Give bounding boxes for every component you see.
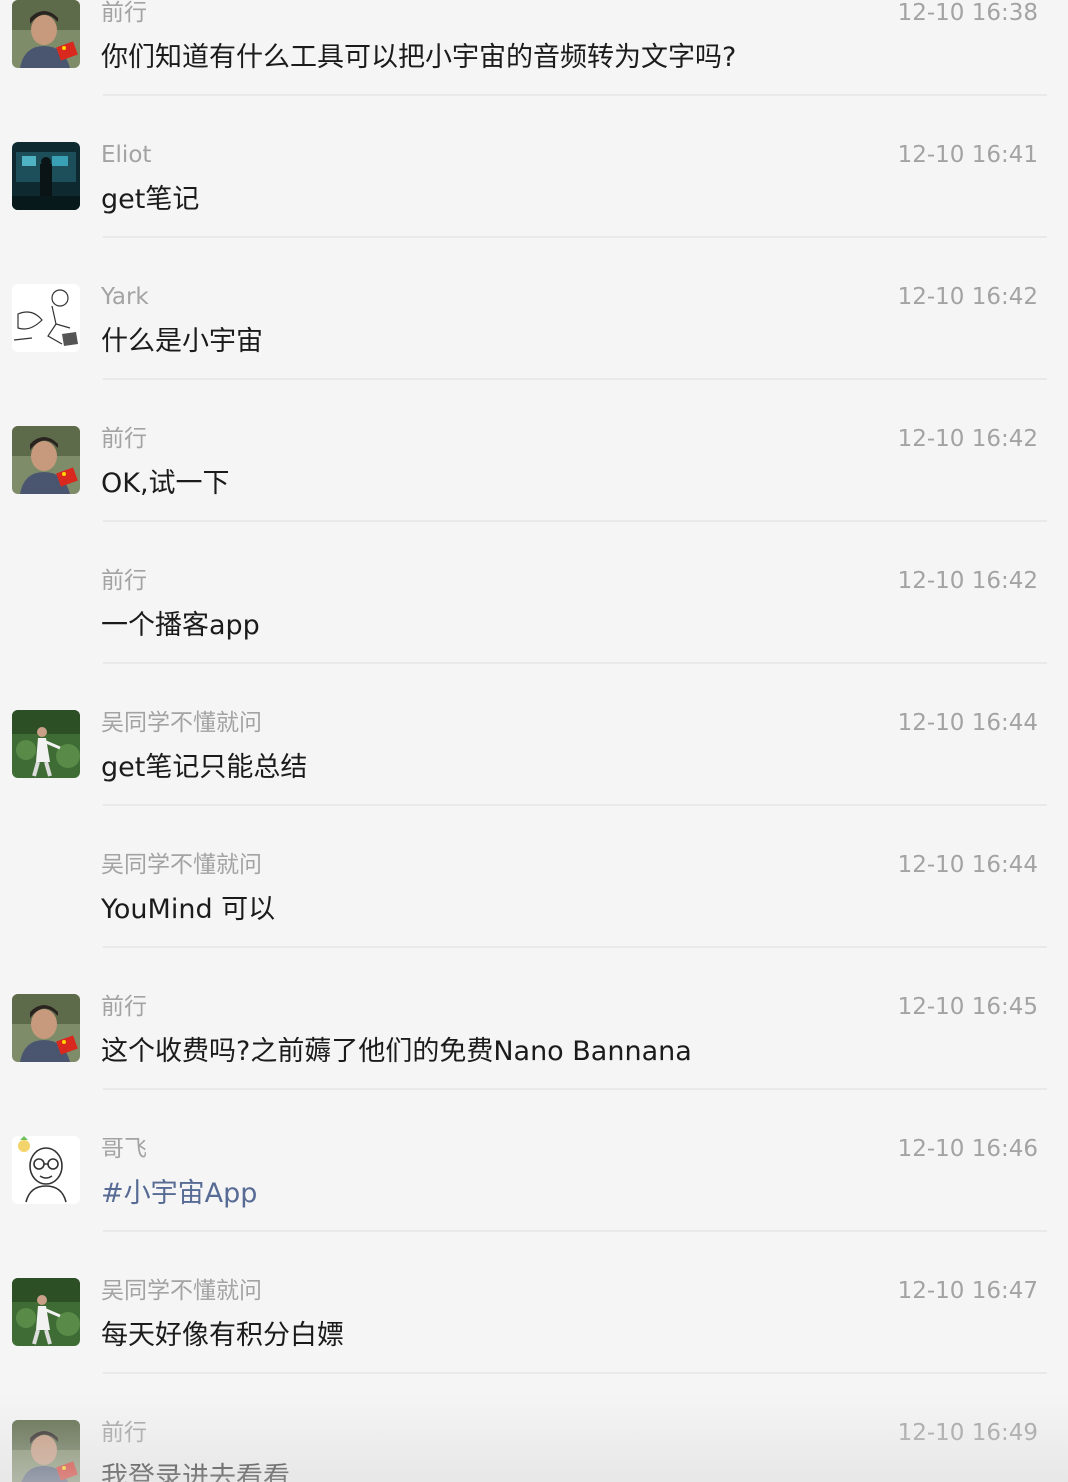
message-divider bbox=[103, 662, 1047, 664]
message-timestamp: 12-10 16:38 bbox=[897, 0, 1038, 26]
chat-message-list[interactable]: 前行 12-10 16:38 你们知道有什么工具可以把小宇宙的音频转为文字吗? … bbox=[0, 0, 1068, 1482]
chat-message: Yark 12-10 16:42 什么是小宇宙 bbox=[0, 276, 1068, 418]
sender-name: 哥飞 bbox=[101, 1136, 147, 1162]
message-text[interactable]: 这个收费吗?之前薅了他们的免费Nano Bannana bbox=[101, 1034, 692, 1070]
message-text[interactable]: get笔记只能总结 bbox=[101, 750, 307, 786]
message-timestamp: 12-10 16:42 bbox=[897, 426, 1038, 452]
sender-name: 前行 bbox=[101, 0, 147, 26]
sender-name: 前行 bbox=[101, 994, 147, 1020]
message-divider bbox=[103, 378, 1047, 380]
qianxing-avatar[interactable] bbox=[12, 994, 80, 1062]
message-text[interactable]: OK,试一下 bbox=[101, 466, 230, 502]
message-text[interactable]: get笔记 bbox=[101, 182, 199, 218]
sender-name: 前行 bbox=[101, 426, 147, 452]
chat-message: 前行 12-10 16:45 这个收费吗?之前薅了他们的免费Nano Banna… bbox=[0, 986, 1068, 1128]
topic-hashtag-link[interactable]: #小宇宙App bbox=[101, 1176, 257, 1212]
message-divider bbox=[103, 236, 1047, 238]
sender-name: 前行 bbox=[101, 568, 147, 594]
message-text[interactable]: 什么是小宇宙 bbox=[101, 324, 263, 360]
chat-message: 前行 12-10 16:42 一个播客app bbox=[0, 560, 1068, 702]
message-text[interactable]: 你们知道有什么工具可以把小宇宙的音频转为文字吗? bbox=[101, 40, 736, 76]
chat-message: 吴同学不懂就问 12-10 16:44 get笔记只能总结 bbox=[0, 702, 1068, 844]
message-divider bbox=[103, 1372, 1047, 1374]
chat-message: 哥飞 12-10 16:46 #小宇宙App bbox=[0, 1128, 1068, 1270]
message-timestamp: 12-10 16:41 bbox=[897, 142, 1038, 168]
sender-name: 吴同学不懂就问 bbox=[101, 852, 262, 878]
gefei-avatar[interactable] bbox=[12, 1136, 80, 1204]
message-timestamp: 12-10 16:42 bbox=[897, 568, 1038, 594]
message-divider bbox=[103, 1230, 1047, 1232]
chat-message: 前行 12-10 16:38 你们知道有什么工具可以把小宇宙的音频转为文字吗? bbox=[0, 0, 1068, 134]
eliot-avatar[interactable] bbox=[12, 142, 80, 210]
message-divider bbox=[103, 520, 1047, 522]
chat-message: 吴同学不懂就问 12-10 16:44 YouMind 可以 bbox=[0, 844, 1068, 986]
chat-message: 吴同学不懂就问 12-10 16:47 每天好像有积分白嫖 bbox=[0, 1270, 1068, 1412]
message-timestamp: 12-10 16:46 bbox=[897, 1136, 1038, 1162]
message-timestamp: 12-10 16:47 bbox=[897, 1278, 1038, 1304]
sender-name: 前行 bbox=[101, 1420, 147, 1446]
message-timestamp: 12-10 16:49 bbox=[897, 1420, 1038, 1446]
message-divider bbox=[103, 804, 1047, 806]
chat-message: 前行 12-10 16:49 我登录进去看看 bbox=[0, 1412, 1068, 1482]
message-divider bbox=[103, 94, 1047, 96]
wu-avatar[interactable] bbox=[12, 710, 80, 778]
message-timestamp: 12-10 16:42 bbox=[897, 284, 1038, 310]
yark-avatar[interactable] bbox=[12, 284, 80, 352]
chat-message: Eliot 12-10 16:41 get笔记 bbox=[0, 134, 1068, 276]
sender-name: 吴同学不懂就问 bbox=[101, 1278, 262, 1304]
message-divider bbox=[103, 946, 1047, 948]
qianxing-avatar[interactable] bbox=[12, 1420, 80, 1482]
sender-name: 吴同学不懂就问 bbox=[101, 710, 262, 736]
message-text[interactable]: 每天好像有积分白嫖 bbox=[101, 1318, 344, 1354]
message-text[interactable]: YouMind 可以 bbox=[101, 892, 275, 928]
message-divider bbox=[103, 1088, 1047, 1090]
qianxing-avatar[interactable] bbox=[12, 426, 80, 494]
wu-avatar[interactable] bbox=[12, 1278, 80, 1346]
sender-name: Yark bbox=[101, 284, 149, 310]
chat-message: 前行 12-10 16:42 OK,试一下 bbox=[0, 418, 1068, 560]
message-timestamp: 12-10 16:44 bbox=[897, 710, 1038, 736]
qianxing-avatar[interactable] bbox=[12, 0, 80, 68]
sender-name: Eliot bbox=[101, 142, 152, 168]
message-timestamp: 12-10 16:44 bbox=[897, 852, 1038, 878]
message-text[interactable]: 我登录进去看看 bbox=[101, 1460, 290, 1482]
message-timestamp: 12-10 16:45 bbox=[897, 994, 1038, 1020]
message-text[interactable]: 一个播客app bbox=[101, 608, 260, 644]
